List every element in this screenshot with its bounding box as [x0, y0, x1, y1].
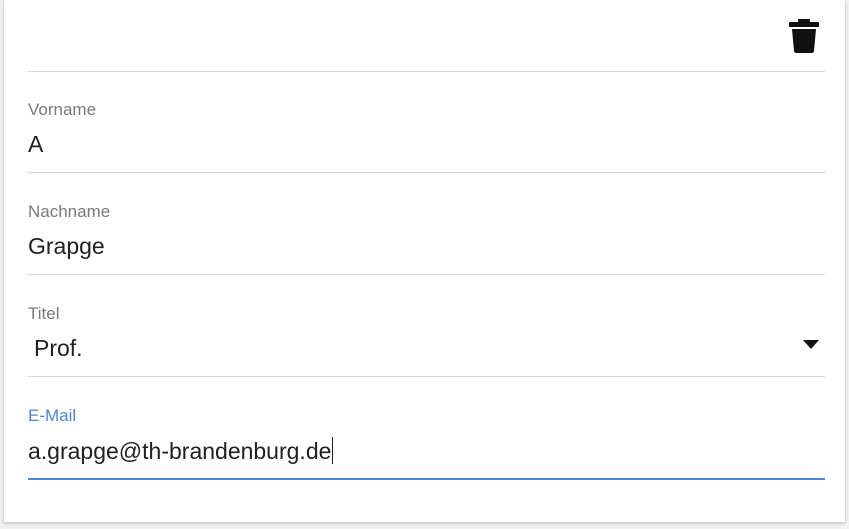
text-caret: [332, 437, 334, 464]
titel-label: Titel: [28, 304, 60, 323]
nachname-label: Nachname: [28, 202, 111, 221]
titel-select[interactable]: Titel Prof.: [28, 275, 825, 377]
titel-selected-value[interactable]: Prof.: [34, 335, 774, 362]
email-input[interactable]: a.grapge@th-brandenburg.de: [28, 437, 768, 465]
person-edit-card: Vorname A Nachname Grapge Titel Prof. E-…: [4, 0, 845, 522]
delete-button[interactable]: [787, 16, 821, 56]
email-label: E-Mail: [28, 406, 77, 425]
nachname-input[interactable]: Grapge: [28, 233, 768, 260]
vorname-label: Vorname: [28, 100, 97, 119]
card-toolbar: [28, 0, 825, 72]
vorname-field[interactable]: Vorname A: [28, 71, 825, 173]
email-field[interactable]: E-Mail a.grapge@th-brandenburg.de: [28, 377, 825, 480]
email-value: a.grapge@th-brandenburg.de: [28, 438, 332, 464]
dropdown-arrow-icon[interactable]: [803, 340, 819, 349]
vorname-input[interactable]: A: [28, 131, 768, 158]
nachname-field[interactable]: Nachname Grapge: [28, 173, 825, 275]
trash-icon: [789, 19, 819, 53]
